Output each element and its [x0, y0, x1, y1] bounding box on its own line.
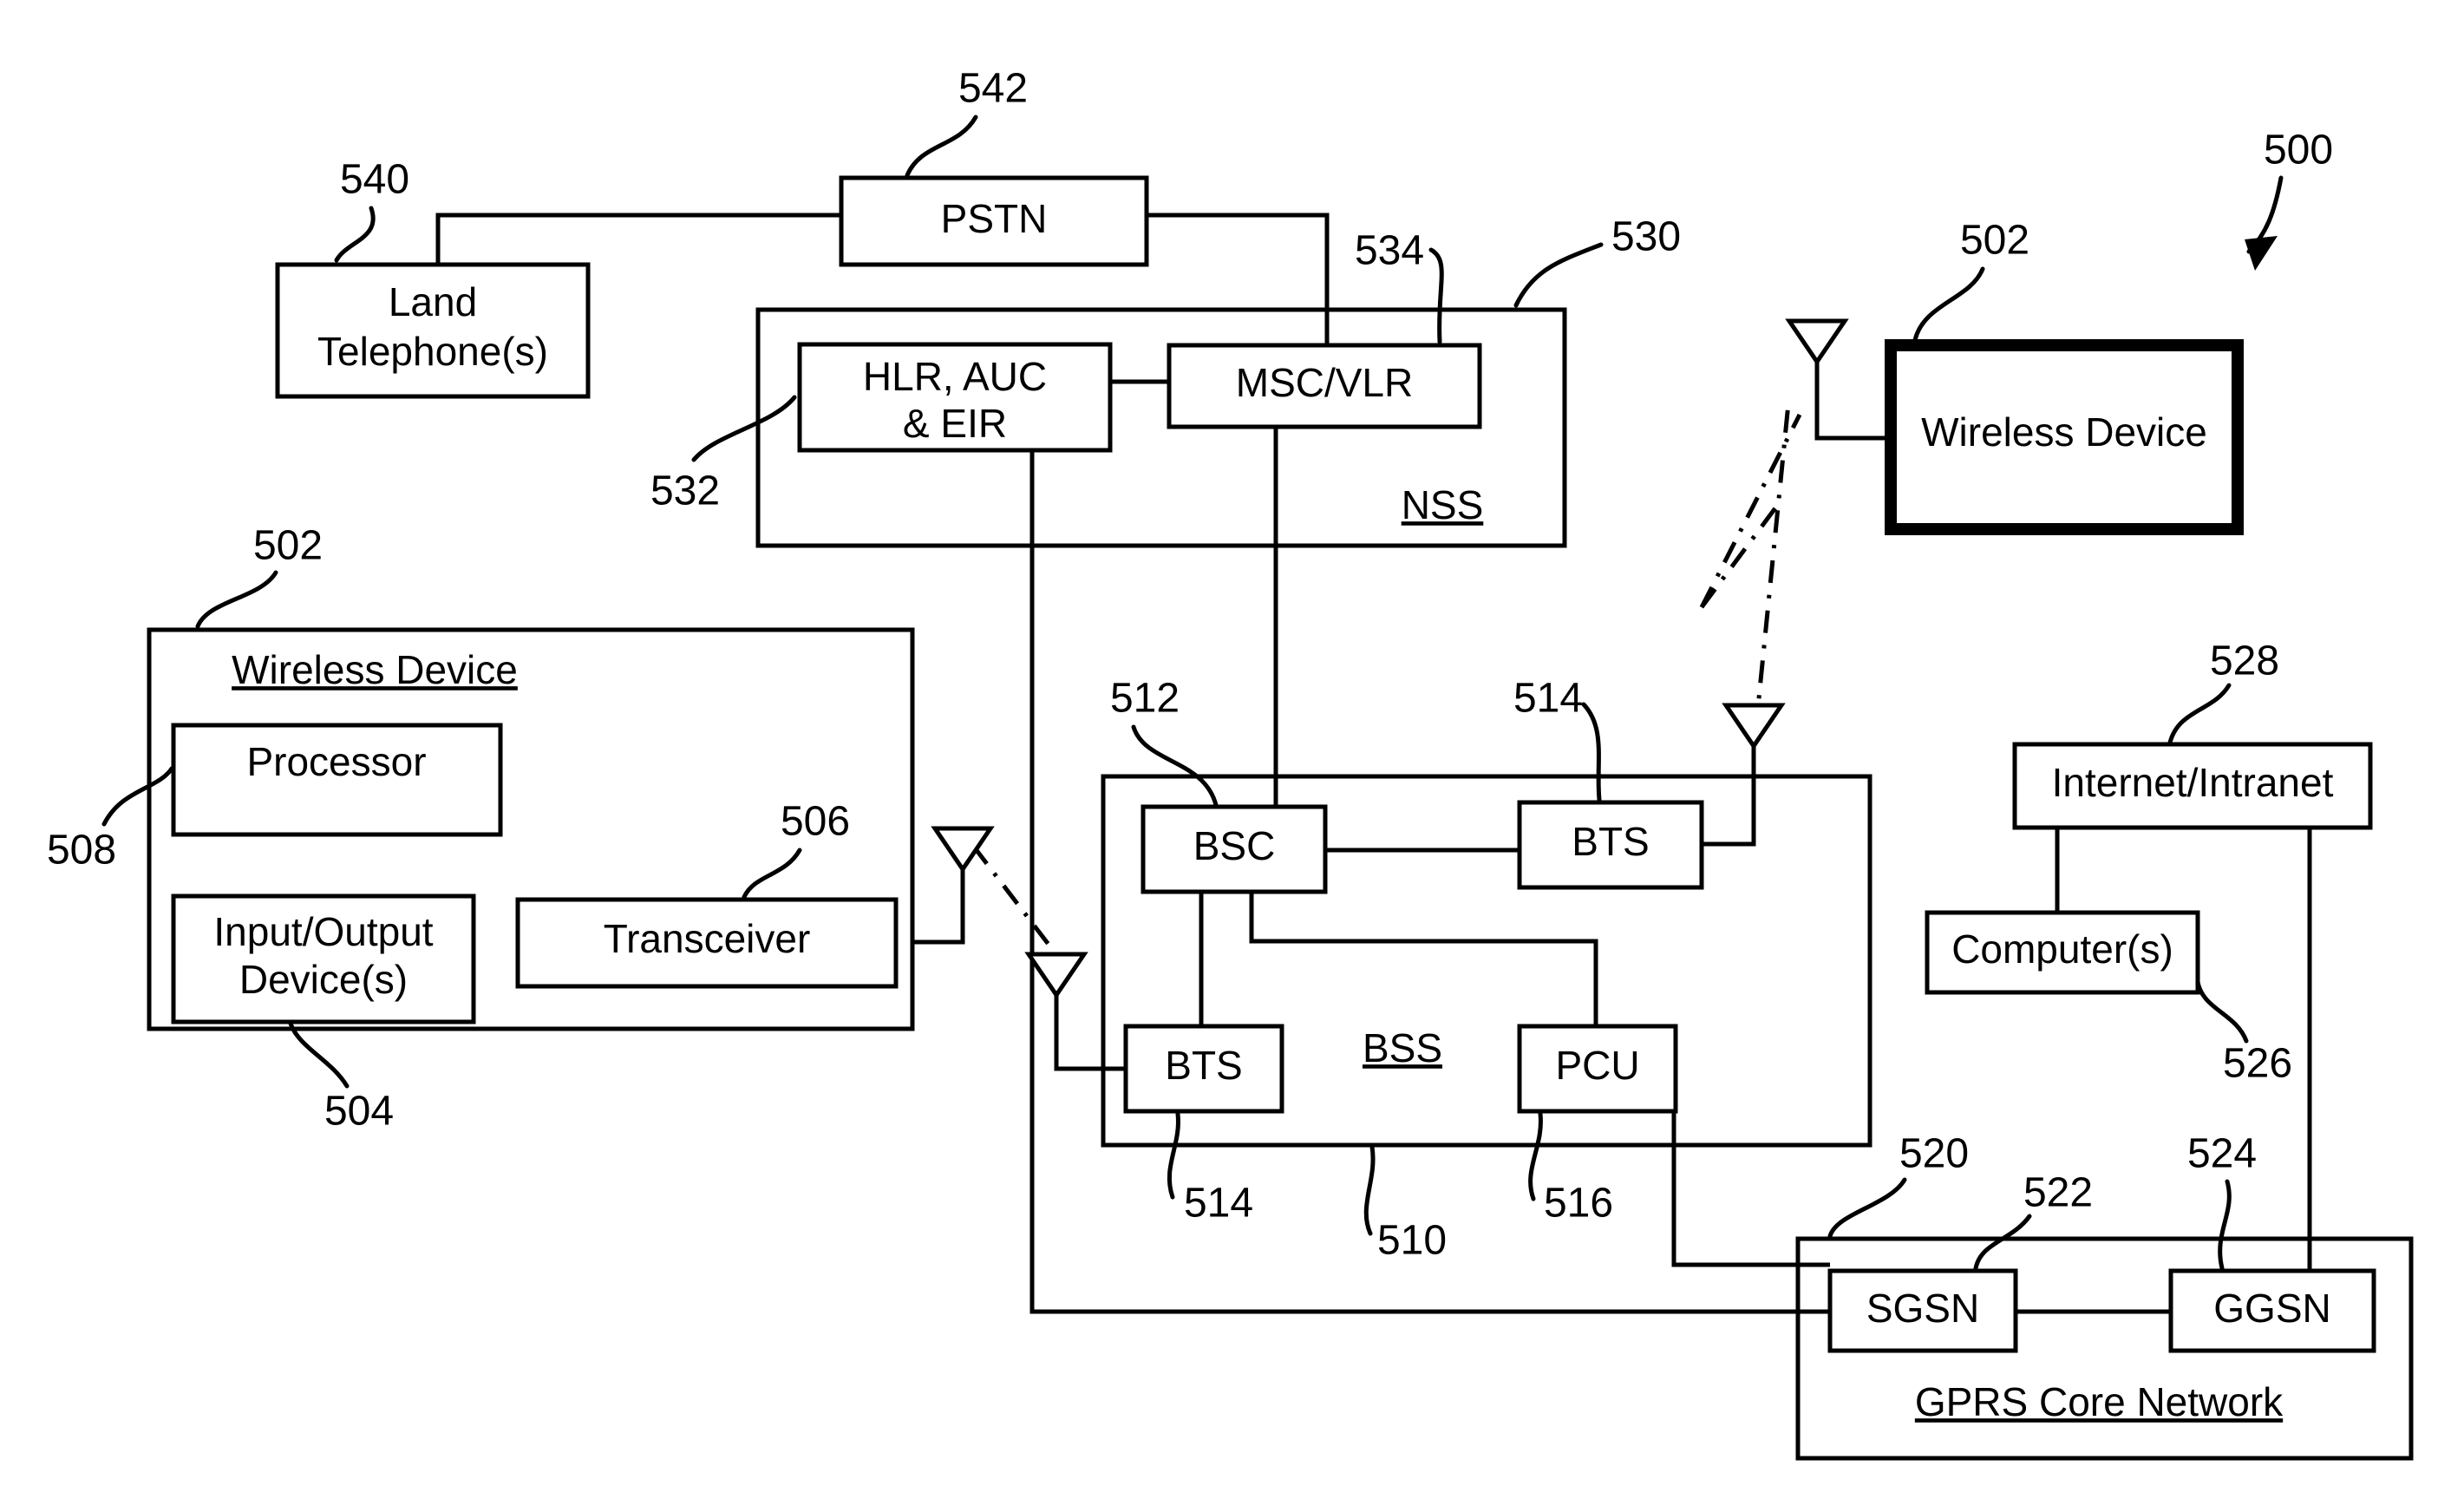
ref-540: 540: [340, 157, 409, 203]
leader-542: [905, 115, 978, 178]
gprs-core-group-label: GPRS Core Network: [1915, 1379, 2284, 1424]
ref-502-right: 502: [1960, 218, 2029, 264]
leader-530: [1513, 242, 1604, 308]
computers-label: Computer(s): [1951, 926, 2173, 972]
ref-530: 530: [1611, 214, 1681, 260]
ref-510: 510: [1377, 1218, 1447, 1264]
wire-pcu-to-sgsn: [1671, 1111, 1830, 1267]
ggsn-label: GGSN: [2213, 1286, 2330, 1331]
leader-502-right: [1912, 266, 1985, 343]
ref-502-left: 502: [253, 523, 323, 569]
ref-504: 504: [324, 1089, 394, 1135]
io-devices-label-line1: Input/Output: [213, 909, 433, 954]
leader-524: [2218, 1179, 2232, 1271]
wire-bsc-to-pcu: [1249, 891, 1598, 1028]
sgsn-label: SGSN: [1866, 1286, 1979, 1331]
network-architecture-diagram: Land Telephone(s) PSTN HLR, AUC & EIR MS…: [47, 66, 2414, 1461]
wire-antenna-to-wireless-device-right: [1814, 390, 1891, 441]
ref-508: 508: [47, 828, 116, 874]
ref-516: 516: [1544, 1181, 1613, 1227]
ref-514-bottom: 514: [1184, 1181, 1253, 1227]
leader-532: [691, 395, 797, 462]
ref-534: 534: [1355, 228, 1424, 274]
ref-506: 506: [781, 799, 850, 845]
ref-542: 542: [958, 66, 1028, 112]
land-telephones-label-line1: Land: [389, 279, 477, 324]
pstn-label: PSTN: [941, 196, 1048, 241]
ref-526: 526: [2223, 1041, 2292, 1087]
ref-522: 522: [2023, 1170, 2093, 1216]
ref-524: 524: [2187, 1131, 2257, 1177]
ref-520: 520: [1899, 1131, 1969, 1177]
leader-514-top: [1581, 702, 1602, 802]
processor-label: Processor: [246, 739, 426, 784]
leader-504: [288, 1021, 350, 1089]
hlr-auc-eir-label-line1: HLR, AUC: [863, 354, 1047, 399]
radio-link-device-to-bts-bottom: [971, 844, 1051, 947]
internet-intranet-label: Internet/Intranet: [2052, 760, 2334, 805]
wire-land-telephones-to-pstn: [435, 213, 841, 265]
ref-514-top: 514: [1513, 676, 1583, 722]
ref-512: 512: [1110, 676, 1180, 722]
wire-pstn-to-msc: [1145, 213, 1330, 345]
transceiver-label: Transceiver: [604, 916, 811, 961]
wireless-device-right-label: Wireless Device: [1921, 409, 2207, 455]
leader-520: [1827, 1177, 1907, 1239]
wire-bts-bottom-to-antenna: [1054, 993, 1127, 1071]
antenna-icon-bts-bottom: [1024, 952, 1088, 1069]
radio-link-bts-top-to-device-right-a: [1753, 403, 1791, 734]
radio-link-bts-top-to-device-right-c: [1699, 504, 1780, 609]
leader-502-left: [195, 570, 278, 629]
bss-group-label: BSS: [1363, 1025, 1442, 1070]
arrowhead-500: [2245, 236, 2278, 271]
ref-528: 528: [2210, 638, 2279, 684]
leader-528: [2167, 683, 2232, 745]
leader-526: [2195, 979, 2249, 1044]
leader-540: [334, 206, 376, 263]
pcu-label: PCU: [1555, 1043, 1639, 1088]
land-telephones-label-line2: Telephone(s): [317, 329, 548, 374]
antenna-icon-transceiver: [931, 826, 995, 942]
figure-canvas: Land Telephone(s) PSTN HLR, AUC & EIR MS…: [0, 0, 2464, 1512]
bts-top-label: BTS: [1572, 819, 1649, 864]
wireless-device-left-label: Wireless Device: [232, 647, 518, 692]
leader-510: [1363, 1144, 1376, 1236]
wire-bts-top-to-antenna: [1702, 744, 1756, 847]
leader-514-bottom: [1167, 1111, 1180, 1200]
hlr-auc-eir-label-line2: & EIR: [903, 401, 1007, 446]
leader-512: [1131, 724, 1219, 808]
io-devices-label-line2: Device(s): [239, 957, 408, 1002]
nss-group-label: NSS: [1402, 482, 1484, 527]
msc-vlr-label: MSC/VLR: [1236, 360, 1413, 405]
bsc-label: BSC: [1193, 823, 1276, 868]
ref-532: 532: [650, 468, 720, 514]
radio-link-bts-top-to-device-right-b: [1699, 413, 1802, 609]
leader-522: [1973, 1214, 2032, 1271]
bts-bottom-label: BTS: [1165, 1043, 1242, 1088]
ref-500: 500: [2264, 128, 2333, 173]
leader-516: [1528, 1111, 1543, 1201]
leader-534: [1428, 247, 1444, 344]
